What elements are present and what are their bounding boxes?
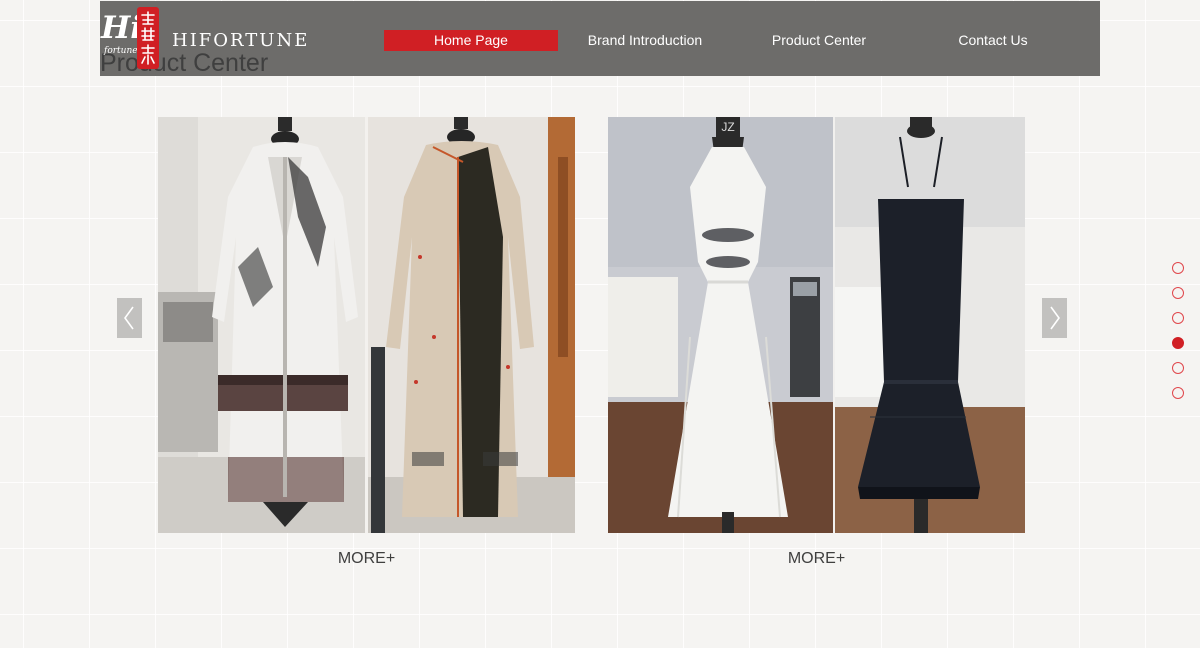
logo-script-text: fortune [104, 46, 138, 56]
brand-logo[interactable]: Hi fortune HIFORTUNE [100, 1, 307, 76]
svg-text:JZ: JZ [721, 120, 734, 134]
slider-prev-button[interactable] [117, 298, 142, 338]
nav-item-contact-us[interactable]: Contact Us [906, 30, 1080, 51]
product-more-link-2[interactable]: MORE+ [608, 549, 1025, 569]
chevron-right-icon [1050, 306, 1060, 330]
product-more-link-1[interactable]: MORE+ [158, 549, 575, 569]
slider-next-button[interactable] [1042, 298, 1067, 338]
nav-item-product-center[interactable]: Product Center [732, 30, 906, 51]
logo-hi-text: Hi [101, 10, 143, 46]
pagination-dot-5[interactable] [1172, 362, 1184, 374]
nav-item-home[interactable]: Home Page [384, 30, 558, 51]
logo-seal-icon [137, 7, 159, 69]
product-image-dresses[interactable]: JZ [608, 117, 1025, 533]
chevron-left-icon [124, 306, 134, 330]
nav-item-brand-introduction[interactable]: Brand Introduction [558, 30, 732, 51]
pagination-dot-1[interactable] [1172, 262, 1184, 274]
product-image-coats[interactable] [158, 117, 575, 533]
logo-wordmark: HIFORTUNE [172, 30, 310, 51]
pagination-dot-2[interactable] [1172, 287, 1184, 299]
pagination-dot-6[interactable] [1172, 387, 1184, 399]
pagination-dot-4[interactable] [1172, 337, 1184, 349]
pagination-dot-3[interactable] [1172, 312, 1184, 324]
